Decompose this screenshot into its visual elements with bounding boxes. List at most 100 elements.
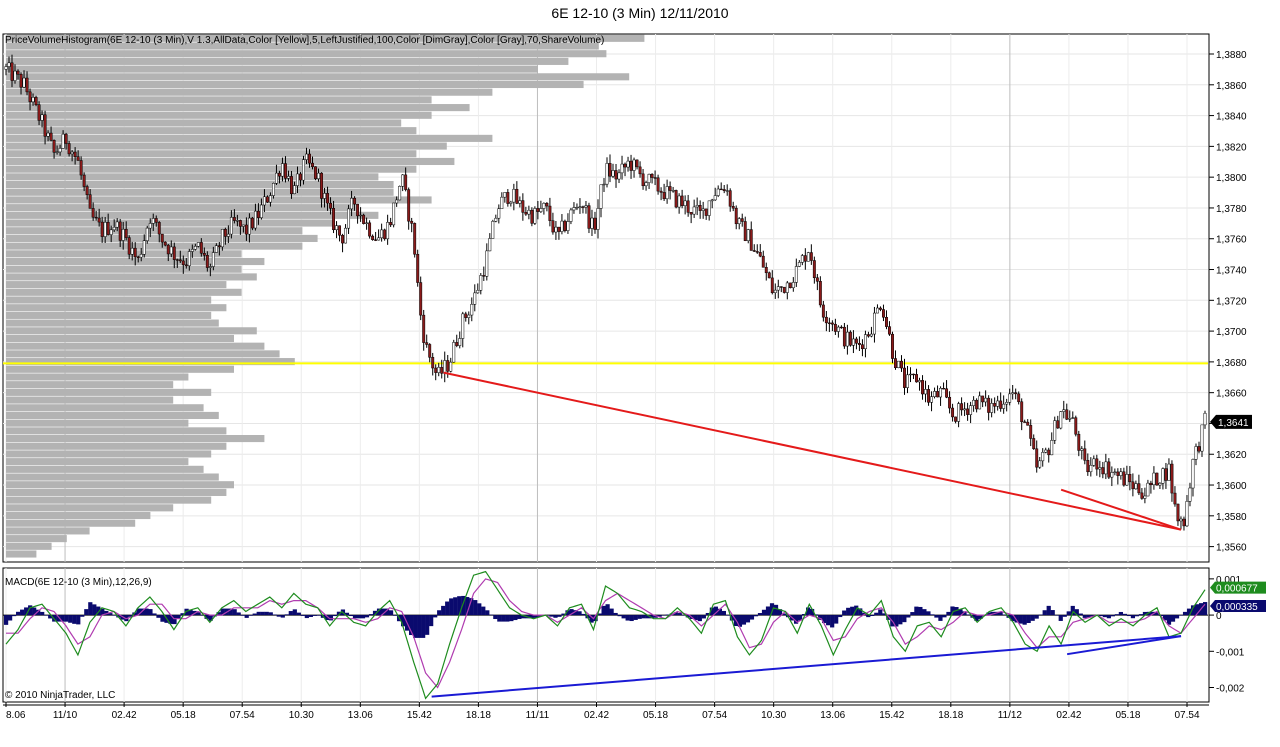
candle-body bbox=[611, 170, 615, 177]
candle-body bbox=[842, 326, 846, 347]
candle-body bbox=[1101, 467, 1105, 475]
candle-body bbox=[773, 289, 777, 293]
macd-histogram-bar bbox=[765, 606, 771, 616]
candle-body bbox=[1023, 421, 1027, 423]
candle-body bbox=[656, 177, 660, 192]
macd-histogram-bar bbox=[1110, 615, 1115, 617]
candle-body bbox=[620, 163, 624, 174]
candle-body bbox=[461, 313, 465, 339]
macd-histogram-bar bbox=[641, 615, 646, 619]
candle-body bbox=[500, 196, 504, 210]
candle-body bbox=[1098, 467, 1102, 470]
histogram-bar bbox=[6, 204, 356, 212]
candle-body bbox=[407, 189, 411, 222]
candle-body bbox=[1146, 482, 1150, 497]
macd-histogram-bar bbox=[826, 615, 831, 626]
histogram-bar bbox=[6, 396, 174, 404]
histogram-bar bbox=[6, 73, 630, 81]
x-tick-label: 15.42 bbox=[407, 710, 432, 721]
candle-body bbox=[707, 200, 711, 216]
chart-canvas[interactable]: 1,3880 1,3860 1,3840 1,3820 1,3800 1,3780 1,37… bbox=[0, 0, 1280, 747]
macd-histogram-bar bbox=[701, 615, 706, 619]
macd-histogram-bar bbox=[68, 615, 73, 623]
candle-body bbox=[785, 282, 789, 293]
candle-body bbox=[590, 217, 594, 229]
macd-histogram-bar bbox=[930, 614, 935, 616]
histogram-bar bbox=[6, 334, 234, 343]
histogram-bar bbox=[6, 165, 417, 173]
candle-body bbox=[695, 205, 699, 208]
price-tick-label: 1,3700 bbox=[1216, 327, 1247, 338]
x-tick-label: 10.30 bbox=[761, 710, 786, 721]
candle-body bbox=[241, 224, 245, 227]
candle-body bbox=[97, 217, 101, 223]
macd-histogram-bar bbox=[76, 615, 81, 625]
candle-body bbox=[635, 159, 639, 168]
candle-body bbox=[268, 195, 272, 203]
price-tick-label: 1,3860 bbox=[1216, 81, 1247, 92]
macd-histogram-bar bbox=[308, 615, 313, 617]
macd-histogram-bar bbox=[16, 611, 21, 616]
x-tick-label: 02.42 bbox=[584, 710, 609, 721]
candle-body bbox=[966, 408, 970, 415]
candle-body bbox=[527, 209, 531, 215]
histogram-bar bbox=[6, 504, 174, 512]
candle-body bbox=[578, 206, 582, 208]
macd-histogram-bar bbox=[296, 612, 301, 616]
candle-body bbox=[1140, 492, 1144, 499]
candle-body bbox=[67, 143, 71, 155]
macd-histogram-bar bbox=[288, 611, 293, 616]
x-tick-label: 15.42 bbox=[879, 710, 904, 721]
candle-body bbox=[869, 333, 873, 337]
macd-histogram-bar bbox=[757, 613, 763, 616]
x-tick-label: 11/10 bbox=[53, 710, 78, 721]
macd-histogram-bar bbox=[942, 615, 947, 618]
candle-body bbox=[64, 133, 68, 144]
candle-body bbox=[1182, 518, 1186, 527]
price-tick-label: 1,3800 bbox=[1216, 173, 1247, 184]
candle-body bbox=[746, 229, 750, 241]
candle-body bbox=[452, 342, 456, 363]
candle-body bbox=[320, 172, 323, 199]
candle-body bbox=[942, 388, 946, 390]
macd-histogram-bar bbox=[1170, 615, 1176, 622]
candle-body bbox=[993, 403, 997, 407]
candle-body bbox=[653, 177, 657, 179]
candle-body bbox=[999, 400, 1003, 409]
candle-body bbox=[800, 255, 804, 263]
macd-histogram-bar bbox=[413, 615, 418, 638]
macd-tick-label: -0,001 bbox=[1216, 647, 1245, 658]
macd-histogram-bar bbox=[316, 615, 321, 616]
histogram-bar bbox=[6, 404, 204, 412]
candle-body bbox=[434, 367, 438, 373]
macd-histogram-bar bbox=[870, 615, 875, 616]
macd-histogram-bar bbox=[918, 606, 923, 616]
x-tick-label: 18.18 bbox=[466, 710, 491, 721]
candle-body bbox=[936, 391, 940, 398]
macd-histogram-bar bbox=[922, 609, 927, 616]
histogram-bar bbox=[6, 57, 569, 65]
candle-body bbox=[28, 91, 32, 103]
candle-body bbox=[7, 62, 11, 67]
histogram-bar bbox=[6, 304, 227, 312]
macd-indicator-label: MACD(6E 12-10 (3 Min),12,26,9) bbox=[5, 577, 152, 588]
candle-body bbox=[879, 307, 882, 310]
candle-body bbox=[1071, 417, 1075, 419]
candle-body bbox=[608, 163, 612, 177]
price-tick-label: 1,3660 bbox=[1216, 389, 1247, 400]
x-tick-label: 10.30 bbox=[289, 710, 314, 721]
candle-body bbox=[100, 221, 104, 237]
candle-body bbox=[1173, 492, 1177, 505]
candle-body bbox=[106, 222, 110, 235]
candle-body bbox=[1083, 448, 1087, 461]
candle-body bbox=[404, 174, 408, 190]
histogram-bar bbox=[6, 273, 257, 281]
candle-body bbox=[235, 220, 239, 222]
candle-body bbox=[872, 312, 876, 335]
candle-body bbox=[782, 286, 786, 293]
macd-histogram-bar bbox=[348, 615, 354, 617]
candle-body bbox=[1179, 518, 1183, 522]
candle-body bbox=[169, 246, 173, 255]
candle-body bbox=[662, 192, 666, 200]
macd-histogram-bar bbox=[914, 606, 919, 616]
